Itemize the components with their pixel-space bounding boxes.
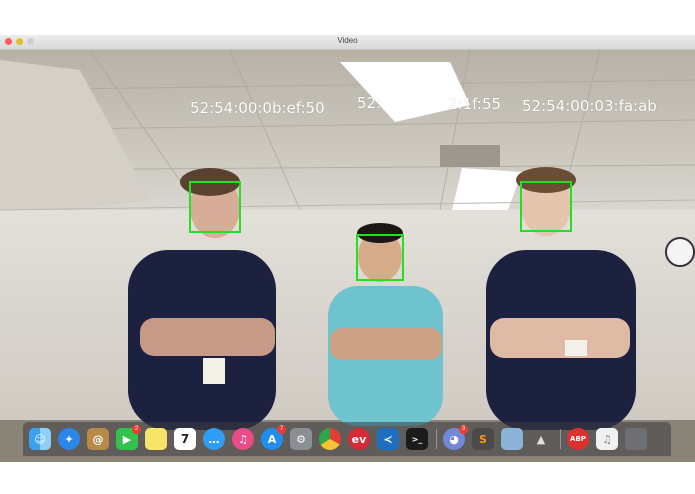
adblock-icon[interactable]: ABP bbox=[567, 428, 589, 450]
expressvpn-icon[interactable]: ev bbox=[348, 428, 370, 450]
rocket-icon[interactable]: ▲ bbox=[530, 428, 552, 450]
finder-icon[interactable]: ☺ bbox=[29, 428, 51, 450]
mac-label-left: 52:54:00:0b:ef:50 bbox=[190, 99, 325, 117]
window-titlebar: Video bbox=[0, 35, 695, 50]
facetime-badge: 2 bbox=[132, 425, 141, 434]
notes-icon[interactable] bbox=[145, 428, 167, 450]
app-store-icon[interactable]: A 7 bbox=[261, 425, 286, 450]
preview-icon[interactable] bbox=[501, 428, 523, 450]
video-feed: 52:54:00:0b:ef:50 52: 2:1f:55 52:54:00:0… bbox=[0, 50, 695, 462]
messages-icon[interactable]: … bbox=[203, 428, 225, 450]
face-box-middle bbox=[356, 234, 404, 281]
trash-icon[interactable] bbox=[625, 428, 647, 450]
itunes-icon[interactable]: ♫ bbox=[232, 428, 254, 450]
facetime-icon[interactable]: ▶ 2 bbox=[116, 425, 141, 450]
mac-label-middle-tail: 2:1f:55 bbox=[448, 95, 502, 113]
discord-badge: 3 bbox=[459, 425, 468, 434]
mac-label-right: 52:54:00:03:fa:ab bbox=[522, 97, 657, 115]
wall-clock bbox=[665, 237, 695, 267]
face-box-left bbox=[189, 181, 241, 233]
dock-separator bbox=[436, 429, 437, 449]
discord-icon[interactable]: ◕ 3 bbox=[443, 425, 468, 450]
dock-separator bbox=[560, 429, 561, 449]
calendar-day: 7 bbox=[180, 432, 190, 446]
safari-icon[interactable]: ✦ bbox=[58, 428, 80, 450]
calendar-icon[interactable]: 7 bbox=[174, 428, 196, 450]
music-file-icon[interactable]: ♫ bbox=[596, 428, 618, 450]
window-title: Video bbox=[337, 36, 358, 45]
mac-label-middle: 52: bbox=[357, 94, 382, 112]
dock: ☺ ✦ @ ▶ 2 7 … ♫ A 7 ⚙ ev ≺ >_ ◕ 3 S ▲ AB… bbox=[23, 422, 671, 456]
system-preferences-icon[interactable]: ⚙ bbox=[290, 428, 312, 450]
app-store-badge: 7 bbox=[277, 425, 286, 434]
sublime-icon[interactable]: S bbox=[472, 428, 494, 450]
vscode-icon[interactable]: ≺ bbox=[377, 428, 399, 450]
chrome-icon[interactable] bbox=[319, 428, 341, 450]
contacts-icon[interactable]: @ bbox=[87, 428, 109, 450]
face-box-right bbox=[520, 181, 572, 232]
terminal-icon[interactable]: >_ bbox=[406, 428, 428, 450]
